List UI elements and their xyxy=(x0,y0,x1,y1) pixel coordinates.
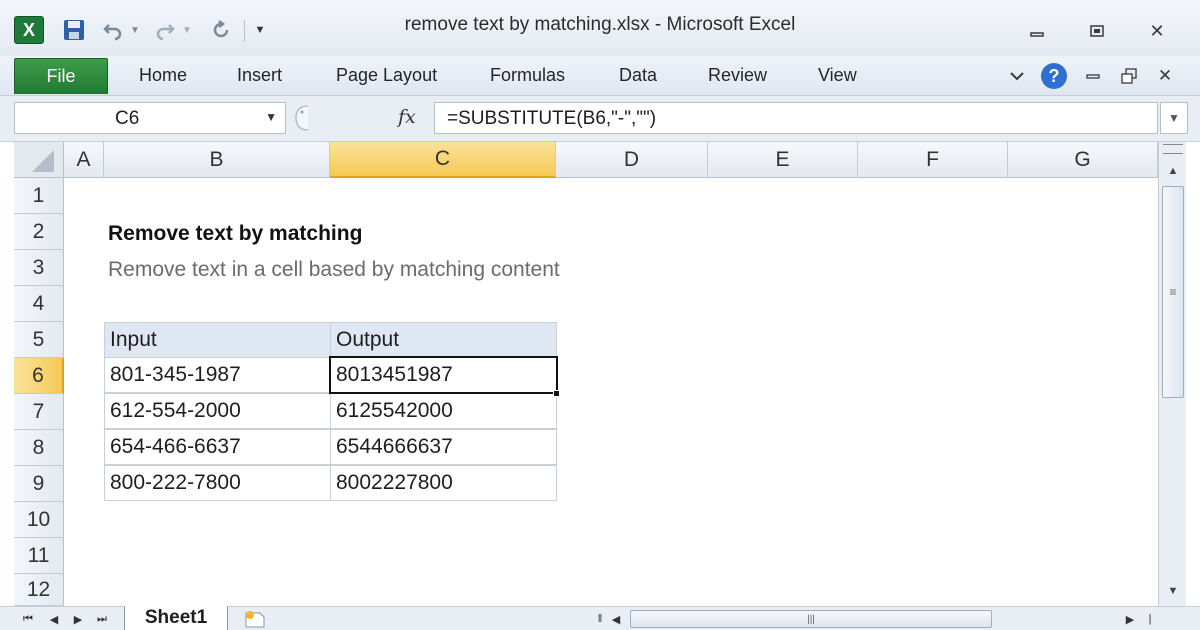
prev-sheet-icon[interactable]: ◀ xyxy=(44,609,64,629)
tab-home[interactable]: Home xyxy=(139,65,187,86)
row-header-12[interactable]: 12 xyxy=(14,574,64,606)
name-box-dropdown-icon[interactable]: ▼ xyxy=(265,110,277,124)
help-icon[interactable]: ? xyxy=(1040,63,1068,89)
workbook-close-icon[interactable]: ✕ xyxy=(1154,63,1176,89)
minimize-button[interactable] xyxy=(1022,18,1052,44)
tab-file[interactable]: File xyxy=(14,58,108,94)
workbook-minimize-icon[interactable] xyxy=(1082,63,1104,89)
insert-sheet-icon[interactable] xyxy=(240,608,270,630)
row-header-3[interactable]: 3 xyxy=(14,250,64,286)
table-cell-input[interactable]: 800-222-7800 xyxy=(104,465,331,501)
tab-page-layout[interactable]: Page Layout xyxy=(336,65,437,86)
table-cell-input[interactable]: 801-345-1987 xyxy=(104,357,331,393)
row-header-10[interactable]: 10 xyxy=(14,502,64,538)
column-header-e[interactable]: E xyxy=(708,142,858,178)
tab-insert[interactable]: Insert xyxy=(237,65,282,86)
table-cell-output[interactable]: 8013451987 xyxy=(330,357,557,393)
row-header-5[interactable]: 5 xyxy=(14,322,64,358)
formula-text: =SUBSTITUTE(B6,"-","") xyxy=(447,108,657,129)
first-sheet-icon[interactable]: ⏮ xyxy=(18,609,38,629)
row-header-4[interactable]: 4 xyxy=(14,286,64,322)
table-cell-output[interactable]: 6544666637 xyxy=(330,429,557,465)
row-header-1[interactable]: 1 xyxy=(14,178,64,214)
workbook-restore-icon[interactable] xyxy=(1118,63,1140,89)
last-sheet-icon[interactable]: ⏭ xyxy=(92,609,112,629)
minimize-ribbon-icon[interactable] xyxy=(1006,63,1028,89)
tab-formulas[interactable]: Formulas xyxy=(490,65,565,86)
formula-bar-grip-icon[interactable] xyxy=(292,104,314,132)
row-header-6[interactable]: 6 xyxy=(14,358,64,394)
insert-function-icon[interactable]: fx xyxy=(398,106,416,128)
formula-controls: fx xyxy=(288,102,434,134)
help-icon-glyph: ? xyxy=(1041,63,1067,89)
scroll-right-icon[interactable]: ▶ xyxy=(1120,609,1140,629)
window-title: remove text by matching.xlsx - Microsoft… xyxy=(404,14,796,35)
sheet-subtitle[interactable]: Remove text in a cell based by matching … xyxy=(108,258,560,282)
table-cell-input[interactable]: 612-554-2000 xyxy=(104,393,331,429)
column-header-f[interactable]: F xyxy=(858,142,1008,178)
formula-bar: C6 ▼ fx =SUBSTITUTE(B6,"-","") ▼ xyxy=(0,96,1200,142)
scroll-left-icon[interactable]: ◀ xyxy=(606,609,626,629)
tab-view[interactable]: View xyxy=(818,65,857,86)
horizontal-scroll-thumb[interactable]: ||| xyxy=(630,610,992,628)
row-header-2[interactable]: 2 xyxy=(14,214,64,250)
column-header-a[interactable]: A xyxy=(64,142,104,178)
worksheet-grid[interactable]: A B C D E F G 1 2 3 4 5 6 7 8 9 10 11 12… xyxy=(14,142,1158,606)
vertical-scrollbar[interactable]: ▲ ≡ ▼ xyxy=(1158,142,1186,606)
expand-formula-bar-icon[interactable]: ▼ xyxy=(1160,102,1188,134)
row-header-11[interactable]: 11 xyxy=(14,538,64,574)
close-button[interactable]: ✕ xyxy=(1142,18,1172,44)
vertical-scroll-thumb[interactable]: ≡ xyxy=(1162,186,1184,398)
table-header-output[interactable]: Output xyxy=(330,322,557,358)
sheet-tab-sheet1[interactable]: Sheet1 xyxy=(124,606,228,630)
split-box-icon[interactable] xyxy=(1163,144,1183,154)
tab-review[interactable]: Review xyxy=(708,65,767,86)
row-header-8[interactable]: 8 xyxy=(14,430,64,466)
sheet-title[interactable]: Remove text by matching xyxy=(108,222,362,246)
scroll-down-icon[interactable]: ▼ xyxy=(1162,580,1184,602)
scroll-up-icon[interactable]: ▲ xyxy=(1162,160,1184,182)
column-header-c[interactable]: C xyxy=(330,142,556,178)
formula-input[interactable]: =SUBSTITUTE(B6,"-","") xyxy=(434,102,1158,134)
table-header-input[interactable]: Input xyxy=(104,322,331,358)
fill-handle[interactable] xyxy=(553,390,560,397)
hsplit-right-icon[interactable]: | xyxy=(1140,609,1160,629)
column-header-g[interactable]: G xyxy=(1008,142,1158,178)
name-box-value: C6 xyxy=(115,108,140,129)
column-header-b[interactable]: B xyxy=(104,142,330,178)
row-header-9[interactable]: 9 xyxy=(14,466,64,502)
sheet-tab-bar: ⏮ ◀ ▶ ⏭ Sheet1 ‖ ◀ ||| ▶ | xyxy=(0,606,1200,630)
table-cell-output[interactable]: 8002227800 xyxy=(330,465,557,501)
next-sheet-icon[interactable]: ▶ xyxy=(68,609,88,629)
tab-data[interactable]: Data xyxy=(619,65,657,86)
restore-button[interactable] xyxy=(1082,18,1112,44)
title-bar: X ▼ ▼ ▼ remove text by matching.xlsx - M… xyxy=(0,0,1200,56)
row-header-7[interactable]: 7 xyxy=(14,394,64,430)
column-header-d[interactable]: D xyxy=(556,142,708,178)
ribbon-tabs: File Home Insert Page Layout Formulas Da… xyxy=(0,56,1200,96)
name-box[interactable]: C6 ▼ xyxy=(14,102,286,134)
table-cell-output[interactable]: 6125542000 xyxy=(330,393,557,429)
horizontal-scrollbar[interactable]: ‖ ◀ ||| ▶ | xyxy=(590,609,1160,629)
select-all-corner[interactable] xyxy=(14,142,64,178)
table-cell-input[interactable]: 654-466-6637 xyxy=(104,429,331,465)
